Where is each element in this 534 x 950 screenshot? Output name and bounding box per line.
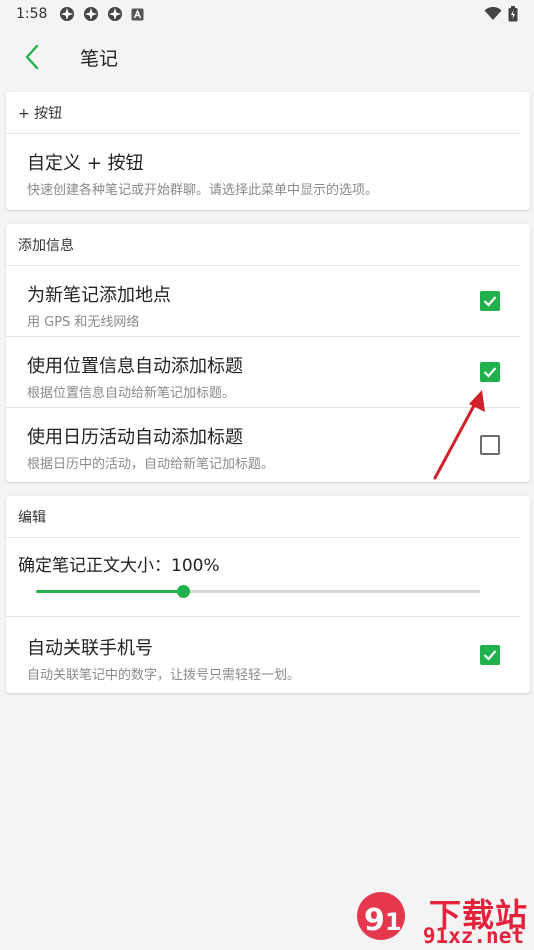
check-icon [483,296,497,307]
app-icon [60,7,75,21]
status-right [484,6,518,22]
edit-section-card: 编辑 确定笔记正文大小：100% 自动关联手机号 自动关联笔记中的数字，让拨号只… [6,496,530,693]
check-icon [483,650,497,661]
section-header-add-info: 添加信息 [6,224,520,266]
font-size-slider[interactable] [36,576,480,616]
section-header-button: + 按钮 [6,92,520,134]
app-bar: 笔记 [0,28,534,86]
annotation-arrow [433,390,485,480]
status-time: 1:58 [16,6,48,22]
font-size-label: 确定笔记正文大小：100% [18,556,220,576]
section-header-edit: 编辑 [6,496,520,538]
add-location-row[interactable]: 为新笔记添加地点 用 GPS 和无线网络 [6,266,520,337]
status-icons [59,6,144,22]
wifi-icon [484,7,502,20]
row-title: 为新笔记添加地点 [27,285,171,306]
auto-link-phone-checkbox[interactable] [480,645,500,665]
row-subtitle: 用 GPS 和无线网络 [27,315,140,330]
font-size-setting: 确定笔记正文大小：100% [6,538,520,617]
slider-fill [36,590,183,593]
app-icon [84,7,99,21]
svg-text:1: 1 [385,908,402,936]
auto-link-phone-row[interactable]: 自动关联手机号 自动关联笔记中的数字，让拨号只需轻轻一划。 [6,617,520,693]
row-title: 使用位置信息自动添加标题 [27,356,243,377]
customize-button-row[interactable]: 自定义 + 按钮 快速创建各种笔记或开始群聊。请选择此菜单中显示的选项。 [6,134,520,210]
row-subtitle: 快速创建各种笔记或开始群聊。请选择此菜单中显示的选项。 [27,183,379,198]
page-title: 笔记 [80,47,119,70]
back-arrow-icon[interactable] [18,43,46,71]
watermark-url: 91xz.net [422,924,524,948]
check-icon [483,367,497,378]
watermark-logo-icon: 9 1 [357,892,405,940]
status-bar: 1:58 [0,0,534,28]
row-title: 自动关联手机号 [27,638,153,659]
add-location-checkbox[interactable] [480,291,500,311]
row-title: 自定义 + 按钮 [27,153,144,174]
a-icon [131,8,144,20]
app-icon [108,7,123,21]
slider-thumb[interactable] [176,585,190,598]
svg-text:9: 9 [364,903,385,938]
battery-icon [508,6,518,22]
row-subtitle: 自动关联笔记中的数字，让拨号只需轻轻一划。 [27,668,301,683]
watermark: 9 1 下载站 91xz.net [355,890,530,950]
button-section-card: + 按钮 自定义 + 按钮 快速创建各种笔记或开始群聊。请选择此菜单中显示的选项… [6,92,530,210]
